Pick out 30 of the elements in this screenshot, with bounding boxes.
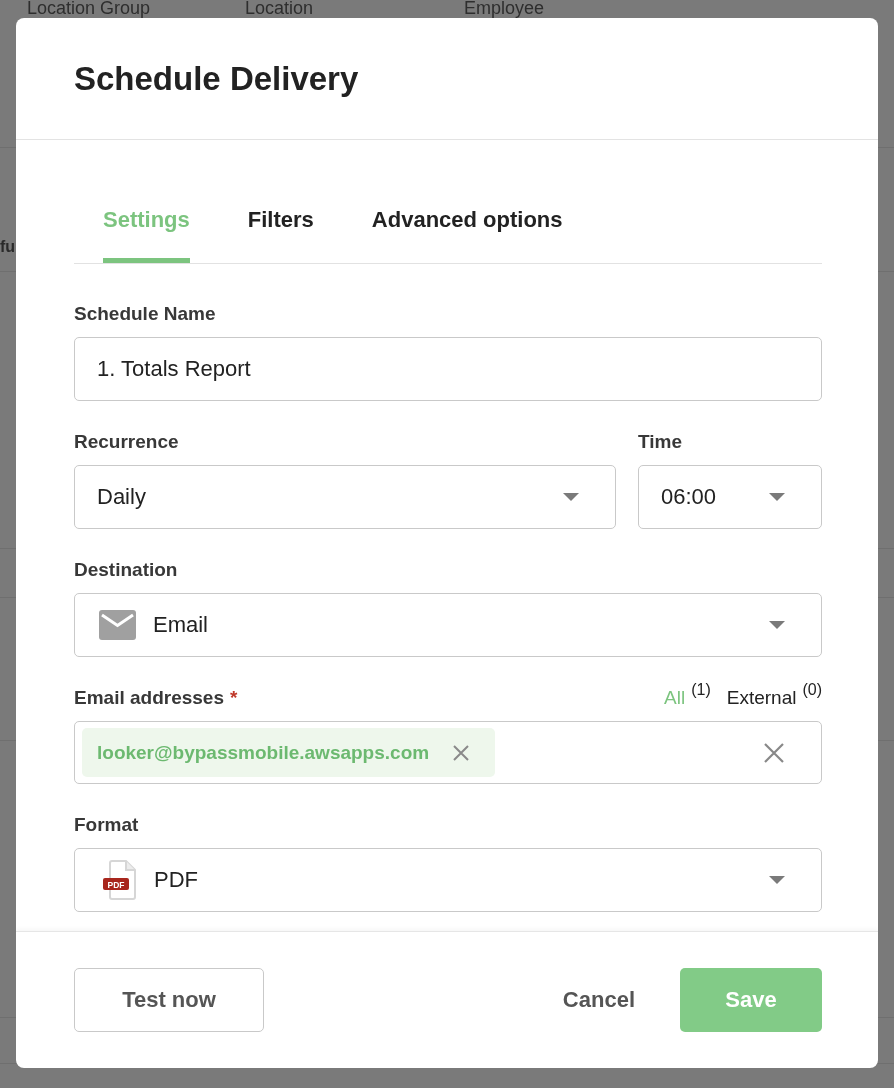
column-header: Employee <box>464 0 545 17</box>
remove-icon[interactable] <box>453 744 470 761</box>
filter-link[interactable]: All $^{(1)}$ <box>664 682 711 710</box>
column-header: Location Group <box>27 0 151 17</box>
field-label: Time <box>638 430 683 454</box>
caret-icon <box>563 493 579 501</box>
section-heading: fu <box>0 237 16 257</box>
text-input[interactable]: 1. Totals Report <box>74 337 822 401</box>
cancel-button[interactable]: Cancel <box>540 968 657 1032</box>
caret-icon <box>769 493 785 501</box>
field-label: Recurrence <box>74 430 180 454</box>
caret-icon <box>769 876 785 884</box>
column-header: Location <box>245 0 314 17</box>
filter-link[interactable]: External $^{(0)}$ <box>726 682 822 710</box>
field-label: Format <box>74 813 140 837</box>
field-label: Destination <box>74 558 179 582</box>
caret-icon <box>769 621 785 629</box>
tab[interactable]: Advanced options <box>371 207 563 263</box>
field-label: Schedule Name <box>74 302 217 326</box>
test-button[interactable]: Test now <box>74 968 264 1032</box>
dropdown[interactable]: 06:00 <box>638 465 822 529</box>
dropdown[interactable]: Daily <box>74 465 616 529</box>
envelope-icon <box>99 610 136 640</box>
dropdown[interactable]: Email <box>74 593 822 657</box>
tab[interactable]: Filters <box>247 207 314 263</box>
clear-icon[interactable] <box>764 742 784 763</box>
field-label: Email addresses <box>74 686 224 710</box>
dropdown[interactable]: PDF PDF <box>74 848 822 912</box>
dialog-title: Schedule Delivery <box>74 58 359 99</box>
required-mark: * <box>230 686 238 710</box>
